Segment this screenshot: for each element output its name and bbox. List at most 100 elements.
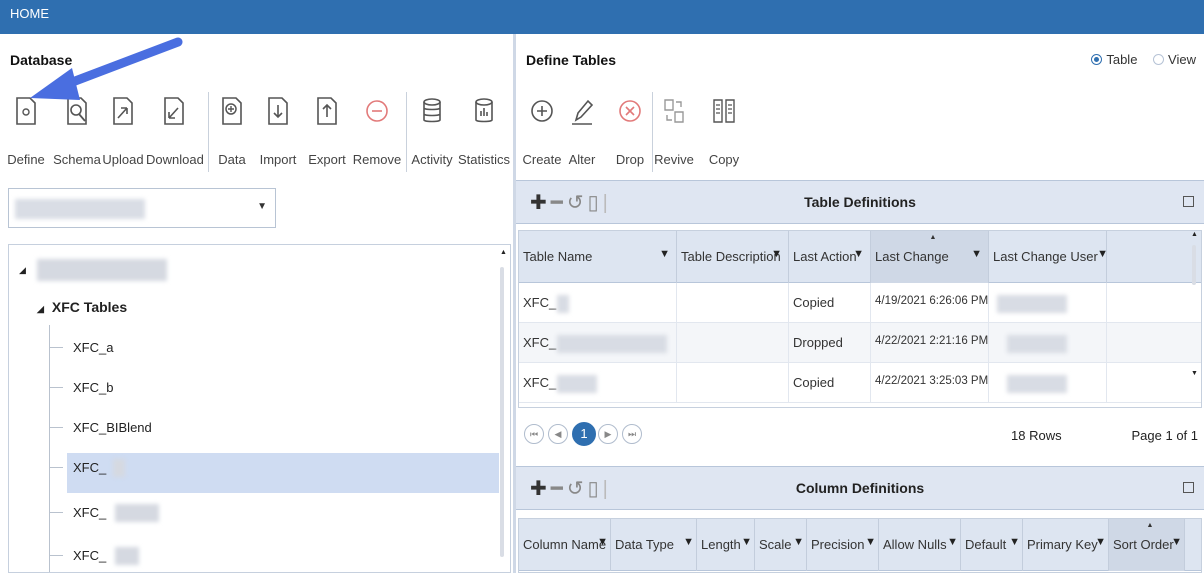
statistics-icon [475,98,493,123]
tree-item[interactable]: XFC_ [49,498,504,528]
current-page-button[interactable]: 1 [572,422,596,446]
view-radio[interactable] [1153,54,1165,66]
page-indicator: Page 1 of 1 [1131,428,1199,443]
column-header-precision[interactable]: Precision ▼ [807,519,879,571]
column-header-data-type[interactable]: Data Type ▼ [611,519,697,571]
filter-icon[interactable]: ▼ [971,248,982,260]
view-radio-label[interactable]: View [1168,52,1196,67]
tree-item[interactable]: XFC_ [49,541,504,571]
data-label: Data [218,152,246,167]
export-button[interactable]: Export [304,90,350,178]
database-toolbar: Define Schema Upload Download Data Impor… [0,90,514,178]
prev-page-button[interactable]: ◀ [548,424,568,444]
collapse-triangle-icon[interactable]: ◢ [19,265,26,276]
column-header-last-change[interactable]: ▲ Last Change ▼ [871,231,989,283]
table-pager: ⏮ ◀ 1 ▶ ⏭ 18 Rows Page 1 of 1 [516,410,1204,460]
tree-item[interactable]: XFC_BIBlend [49,413,504,443]
define-tables-title: Define Tables [526,52,616,68]
upload-button[interactable]: Upload [102,90,144,178]
column-header-column-name[interactable]: Column Name ▼ [519,519,611,571]
download-button[interactable]: Download [146,90,204,178]
chevron-down-icon[interactable]: ▼ [257,201,267,212]
create-button[interactable]: Create [520,90,564,178]
first-page-button[interactable]: ⏮ [524,424,544,444]
collapse-triangle-icon[interactable]: ◢ [37,304,44,314]
remove-button[interactable]: Remove [352,90,402,178]
filter-icon[interactable]: ▼ [1097,248,1108,260]
download-icon [164,97,184,125]
toolbar-separator [652,92,653,172]
column-header-scale[interactable]: Scale ▼ [755,519,807,571]
mode-radio-group: Table View [1091,52,1196,67]
schema-button[interactable]: Schema [52,90,102,178]
filter-icon[interactable]: ▼ [771,248,782,260]
tree-item-label: XFC_b [73,380,114,395]
import-icon [268,97,288,125]
tree-scrollbar[interactable]: ▲ [500,249,507,569]
filter-icon[interactable]: ▼ [597,536,608,548]
filter-icon[interactable]: ▼ [741,536,752,548]
sort-asc-icon: ▲ [1146,522,1154,529]
filter-icon[interactable]: ▼ [683,536,694,548]
download-label: Download [146,152,204,167]
revive-icon [664,99,684,123]
table-row[interactable]: XFC_ Copied 4/19/2021 6:26:06 PM [519,283,1201,323]
revive-button[interactable]: Revive [654,90,694,178]
table-definitions-header: ✚━↺▯| Table Definitions [516,180,1204,224]
column-header-last-change-user[interactable]: Last Change User ▼ [989,231,1108,283]
filter-icon[interactable]: ▼ [793,536,804,548]
define-label: Define [7,152,45,167]
scroll-thumb[interactable] [1192,245,1196,285]
column-header-default[interactable]: Default ▼ [961,519,1023,571]
tree-item[interactable]: XFC_a [49,333,504,363]
filter-icon[interactable]: ▼ [865,536,876,548]
alter-button[interactable]: Alter [564,90,600,178]
scroll-thumb[interactable] [500,267,504,557]
schema-label: Schema [53,152,101,167]
expand-icon[interactable] [1183,196,1194,207]
import-button[interactable]: Import [256,90,300,178]
grid-scrollbar[interactable]: ▲ ▼ [1189,231,1199,377]
define-button[interactable]: Define [6,90,46,178]
tree-group-label: XFC Tables [51,299,128,315]
table-radio[interactable] [1091,54,1103,66]
filter-icon[interactable]: ▼ [1095,536,1106,548]
alter-icon [572,99,594,125]
copy-button[interactable]: Copy [702,90,746,178]
database-header: Database [0,34,514,86]
revive-label: Revive [654,152,694,167]
expand-icon[interactable] [1183,482,1194,493]
table-row[interactable]: XFC_ Copied 4/22/2021 3:25:03 PM [519,363,1201,403]
data-button[interactable]: Data [214,90,250,178]
activity-button[interactable]: Activity [410,90,454,178]
table-definitions-grid: Table Name ▼ Table Description ▼ Last Acti… [518,230,1202,408]
tree-item[interactable]: XFC_b [49,373,504,403]
scroll-up-icon[interactable]: ▲ [1191,231,1198,238]
last-page-button[interactable]: ⏭ [622,424,642,444]
table-radio-label[interactable]: Table [1106,52,1137,67]
filter-icon[interactable]: ▼ [853,248,864,260]
next-page-button[interactable]: ▶ [598,424,618,444]
filter-icon[interactable]: ▼ [1171,536,1182,548]
column-header-last-action[interactable]: Last Action ▼ [789,231,871,283]
column-header-table-name[interactable]: Table Name ▼ [519,231,677,283]
grid-header-row: Table Name ▼ Table Description ▼ Last Acti… [519,231,1201,283]
statistics-button[interactable]: Statistics [456,90,512,178]
database-select[interactable]: ▼ [8,188,276,228]
tree-group-xfc-tables[interactable]: ◢ XFC Tables [37,299,127,315]
column-header-primary-key[interactable]: Primary Key ▼ [1023,519,1109,571]
table-row[interactable]: XFC_ Dropped 4/22/2021 2:21:16 PM [519,323,1201,363]
column-header-sort-order[interactable]: ▲ Sort Order ▼ [1109,519,1185,571]
scroll-down-icon[interactable]: ▼ [1191,370,1198,377]
tree-item-selected[interactable]: XFC_ [49,453,504,493]
drop-button[interactable]: Drop [610,90,650,178]
export-label: Export [308,152,346,167]
filter-icon[interactable]: ▼ [659,248,670,260]
scroll-up-icon[interactable]: ▲ [500,249,507,256]
filter-icon[interactable]: ▼ [1009,536,1020,548]
column-header-table-description[interactable]: Table Description ▼ [677,231,789,283]
filter-icon[interactable]: ▼ [947,536,958,548]
column-header-allow-nulls[interactable]: Allow Nulls ▼ [879,519,961,571]
table-definitions-title: Table Definitions [804,194,916,210]
column-header-length[interactable]: Length ▼ [697,519,755,571]
